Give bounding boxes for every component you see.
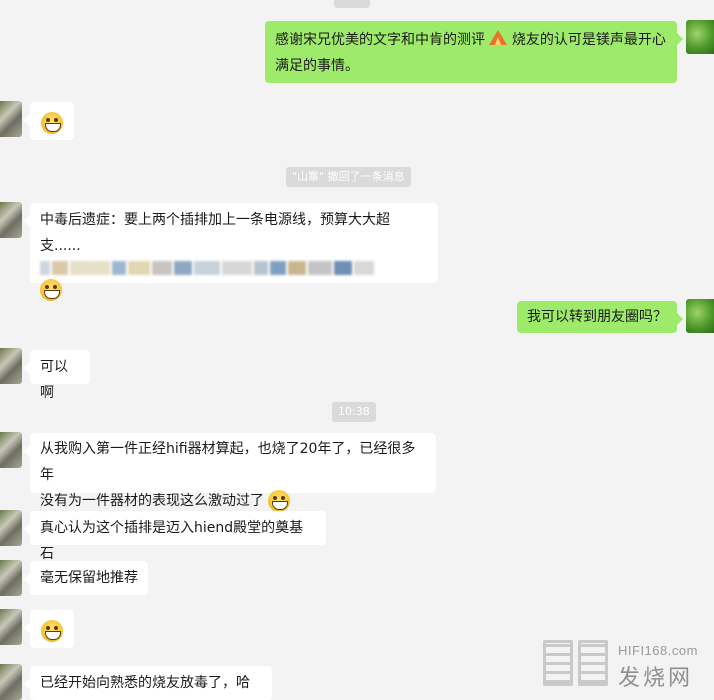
message-bubble-other[interactable]: 中毒后遗症：要上两个插排加上一条电源线，预算大大超支...... xyxy=(24,203,438,301)
avatar-self[interactable] xyxy=(686,299,714,333)
message-text: 已经开始向熟悉的烧友放毒了，哈哈 xyxy=(40,675,250,691)
grinning-face-icon xyxy=(40,279,62,301)
avatar-other[interactable] xyxy=(0,560,22,596)
time-stamp: 10:38 xyxy=(332,402,376,422)
message-text: 毫无保留地推荐 xyxy=(40,570,138,586)
tent-icon xyxy=(489,30,508,46)
message-text: 没有为一件器材的表现这么激动过了 xyxy=(40,493,264,509)
message-text: 可以啊 xyxy=(40,359,68,401)
blurred-text xyxy=(40,261,428,275)
grinning-face-icon xyxy=(41,620,63,642)
message-bubble-other[interactable]: 毫无保留地推荐 xyxy=(24,561,148,595)
message-bubble-other[interactable] xyxy=(24,610,74,648)
message-bubble-other[interactable] xyxy=(24,102,74,140)
watermark-name: 发烧网 xyxy=(618,666,694,691)
recall-notice: "山寨" 撤回了一条消息 xyxy=(286,167,411,187)
message-text: 真心认为这个插排是迈入hiend殿堂的奠基石 xyxy=(40,520,304,562)
time-stamp-top xyxy=(334,0,370,8)
message-bubble-other[interactable]: 可以啊 xyxy=(24,350,90,401)
avatar-other[interactable] xyxy=(0,609,22,645)
message-bubble-other[interactable]: 真心认为这个插排是迈入hiend殿堂的奠基石 xyxy=(24,511,326,562)
avatar-other[interactable] xyxy=(0,101,22,137)
avatar-self[interactable] xyxy=(686,20,714,54)
avatar-other[interactable] xyxy=(0,664,22,700)
watermark-logo-icon xyxy=(543,640,573,686)
grinning-face-icon xyxy=(41,112,63,134)
grinning-face-icon xyxy=(268,490,291,512)
avatar-other[interactable] xyxy=(0,432,22,468)
message-bubble-self[interactable]: 我可以转到朋友圈吗？ xyxy=(517,301,683,333)
watermark-domain: HIFI168.com xyxy=(618,643,698,658)
avatar-other[interactable] xyxy=(0,348,22,384)
message-bubble-other[interactable]: 已经开始向熟悉的烧友放毒了，哈哈 xyxy=(24,666,272,700)
avatar-other[interactable] xyxy=(0,202,22,238)
message-bubble-other[interactable]: 从我购入第一件正经hifi器材算起，也烧了20年了，已经很多年 没有为一件器材的… xyxy=(24,433,436,512)
time-stamp-text: 10:38 xyxy=(338,405,370,418)
message-text: 我可以转到朋友圈吗？ xyxy=(527,309,667,325)
watermark-logo-icon xyxy=(578,640,608,686)
message-text: 从我购入第一件正经hifi器材算起，也烧了20年了，已经很多年 xyxy=(40,441,416,483)
avatar-other[interactable] xyxy=(0,510,22,546)
message-text: 中毒后遗症：要上两个插排加上一条电源线，预算大大超支...... xyxy=(40,212,390,254)
message-text: 感谢宋兄优美的文字和中肯的测评 xyxy=(275,32,485,48)
message-bubble-self[interactable]: 感谢宋兄优美的文字和中肯的测评 烧友的认可是镁声最开心满足的事情。 xyxy=(265,21,683,83)
recall-notice-text: "山寨" 撤回了一条消息 xyxy=(292,170,405,183)
